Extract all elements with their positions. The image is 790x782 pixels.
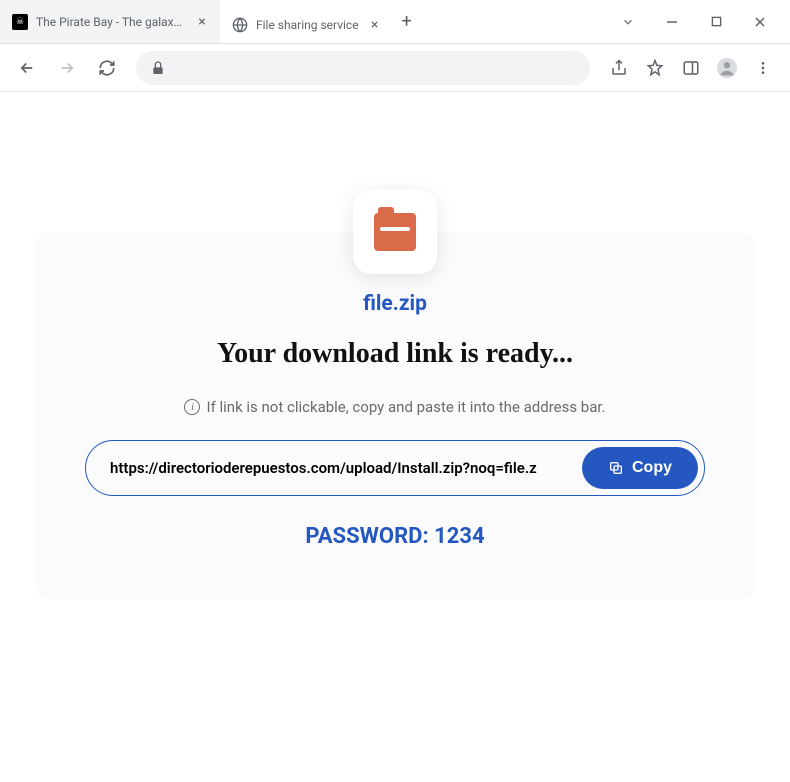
forward-button[interactable]: [50, 51, 84, 85]
new-tab-button[interactable]: +: [393, 0, 421, 43]
ready-heading: Your download link is ready...: [85, 338, 705, 370]
download-url[interactable]: https://directorioderepuestos.com/upload…: [110, 459, 572, 477]
side-panel-button[interactable]: [674, 51, 708, 85]
copy-label: Copy: [632, 459, 672, 477]
tab-pirate-bay[interactable]: ☠ The Pirate Bay - The galaxy's mos ×: [0, 0, 220, 43]
page-content: pcrisk.com file.zip Your download link i…: [0, 92, 790, 782]
close-icon[interactable]: ×: [194, 14, 210, 30]
pirate-favicon-icon: ☠: [12, 14, 28, 30]
info-icon: i: [184, 399, 200, 415]
back-button[interactable]: [10, 51, 44, 85]
close-icon[interactable]: ×: [367, 17, 383, 33]
profile-button[interactable]: [710, 51, 744, 85]
menu-button[interactable]: [746, 51, 780, 85]
close-window-icon[interactable]: [748, 10, 772, 34]
bookmark-button[interactable]: [638, 51, 672, 85]
share-button[interactable]: [602, 51, 636, 85]
copy-icon: [608, 460, 624, 476]
file-icon-wrap: [353, 190, 437, 274]
folder-icon: [374, 213, 416, 251]
download-card: file.zip Your download link is ready... …: [35, 232, 755, 599]
url-row: https://directorioderepuestos.com/upload…: [85, 440, 705, 496]
tab-title: File sharing service: [256, 18, 359, 32]
filename: file.zip: [85, 292, 705, 316]
copy-button[interactable]: Copy: [582, 447, 698, 489]
hint-text: i If link is not clickable, copy and pas…: [85, 398, 705, 416]
reload-button[interactable]: [90, 51, 124, 85]
minimize-icon[interactable]: [660, 10, 684, 34]
browser-titlebar: ☠ The Pirate Bay - The galaxy's mos × Fi…: [0, 0, 790, 44]
maximize-icon[interactable]: [704, 10, 728, 34]
browser-toolbar: [0, 44, 790, 92]
globe-favicon-icon: [232, 17, 248, 33]
tab-title: The Pirate Bay - The galaxy's mos: [36, 15, 186, 29]
password-label: PASSWORD: 1234: [85, 524, 705, 549]
address-bar[interactable]: [136, 51, 590, 85]
tab-file-sharing[interactable]: File sharing service ×: [220, 6, 393, 43]
hint-label: If link is not clickable, copy and paste…: [206, 398, 605, 416]
lock-icon: [150, 60, 166, 76]
chevron-down-icon[interactable]: [616, 10, 640, 34]
window-controls: [616, 0, 790, 43]
